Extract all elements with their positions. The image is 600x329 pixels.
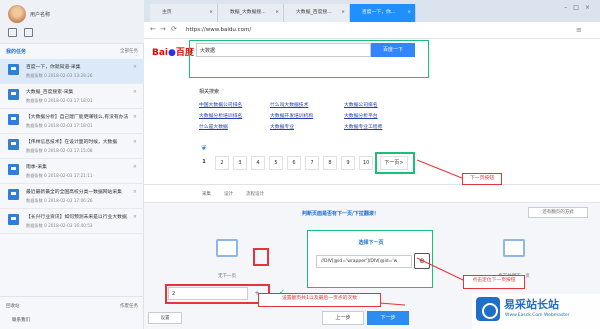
watermark: 易采站长站 Www.Easck.Com Webmaster — [472, 294, 600, 329]
watermark-title: 易采站长站 — [504, 298, 559, 311]
annotation-locate: 点击定位下一页按钮 — [463, 275, 525, 289]
watermark-logo-icon — [476, 297, 500, 321]
watermark-subtitle: Www.Easck.Com Webmaster — [505, 313, 570, 318]
annotation-next-button: 下一页按钮 — [462, 173, 502, 185]
annotation-count: 设置翻页共1以及最后一页点的次数 — [258, 293, 381, 307]
arrow-line — [416, 257, 464, 281]
arrow-line — [416, 159, 463, 179]
app-window: 用户名称 我的任务 全部任务 百度一下，你就知道-采集 数据条数 0 2018-… — [0, 0, 600, 329]
